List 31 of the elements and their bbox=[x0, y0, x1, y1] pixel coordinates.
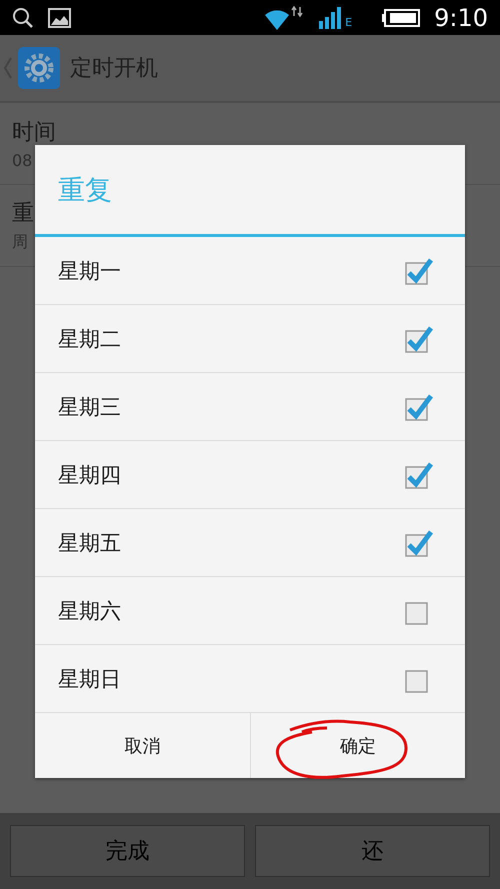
dialog-button[interactable]: 取消 bbox=[35, 713, 250, 778]
setting-title: 重 bbox=[12, 200, 35, 228]
day-label: 星期六 bbox=[58, 598, 121, 624]
day-label: 星期日 bbox=[58, 666, 121, 692]
gear-icon bbox=[18, 47, 60, 89]
network-type: E bbox=[345, 16, 352, 29]
day-option[interactable]: 星期六 bbox=[35, 577, 465, 645]
checkbox[interactable] bbox=[405, 528, 433, 558]
wifi-icon bbox=[265, 6, 306, 30]
day-option[interactable]: 星期四 bbox=[35, 441, 465, 509]
day-option[interactable]: 星期一 bbox=[35, 237, 465, 305]
battery-icon bbox=[382, 8, 420, 26]
checkbox[interactable] bbox=[405, 324, 433, 354]
checkbox[interactable] bbox=[405, 460, 433, 490]
day-label: 星期五 bbox=[58, 530, 121, 556]
day-option[interactable]: 星期五 bbox=[35, 509, 465, 577]
checkbox[interactable] bbox=[405, 392, 433, 422]
checkbox[interactable] bbox=[405, 256, 433, 286]
signal-icon bbox=[319, 6, 342, 28]
clock-time: 9:10 bbox=[434, 4, 488, 32]
day-label: 星期一 bbox=[58, 258, 121, 284]
search-icon bbox=[12, 6, 34, 28]
dialog-button[interactable]: 确定 bbox=[250, 713, 465, 778]
image-icon bbox=[48, 8, 71, 28]
day-label: 星期二 bbox=[58, 326, 121, 352]
day-label: 星期三 bbox=[58, 394, 121, 420]
screen-title: 定时开机 bbox=[70, 55, 158, 83]
day-option[interactable]: 星期三 bbox=[35, 373, 465, 441]
day-option[interactable]: 星期二 bbox=[35, 305, 465, 373]
day-label: 星期四 bbox=[58, 462, 121, 488]
setting-title: 时间 bbox=[12, 119, 57, 147]
